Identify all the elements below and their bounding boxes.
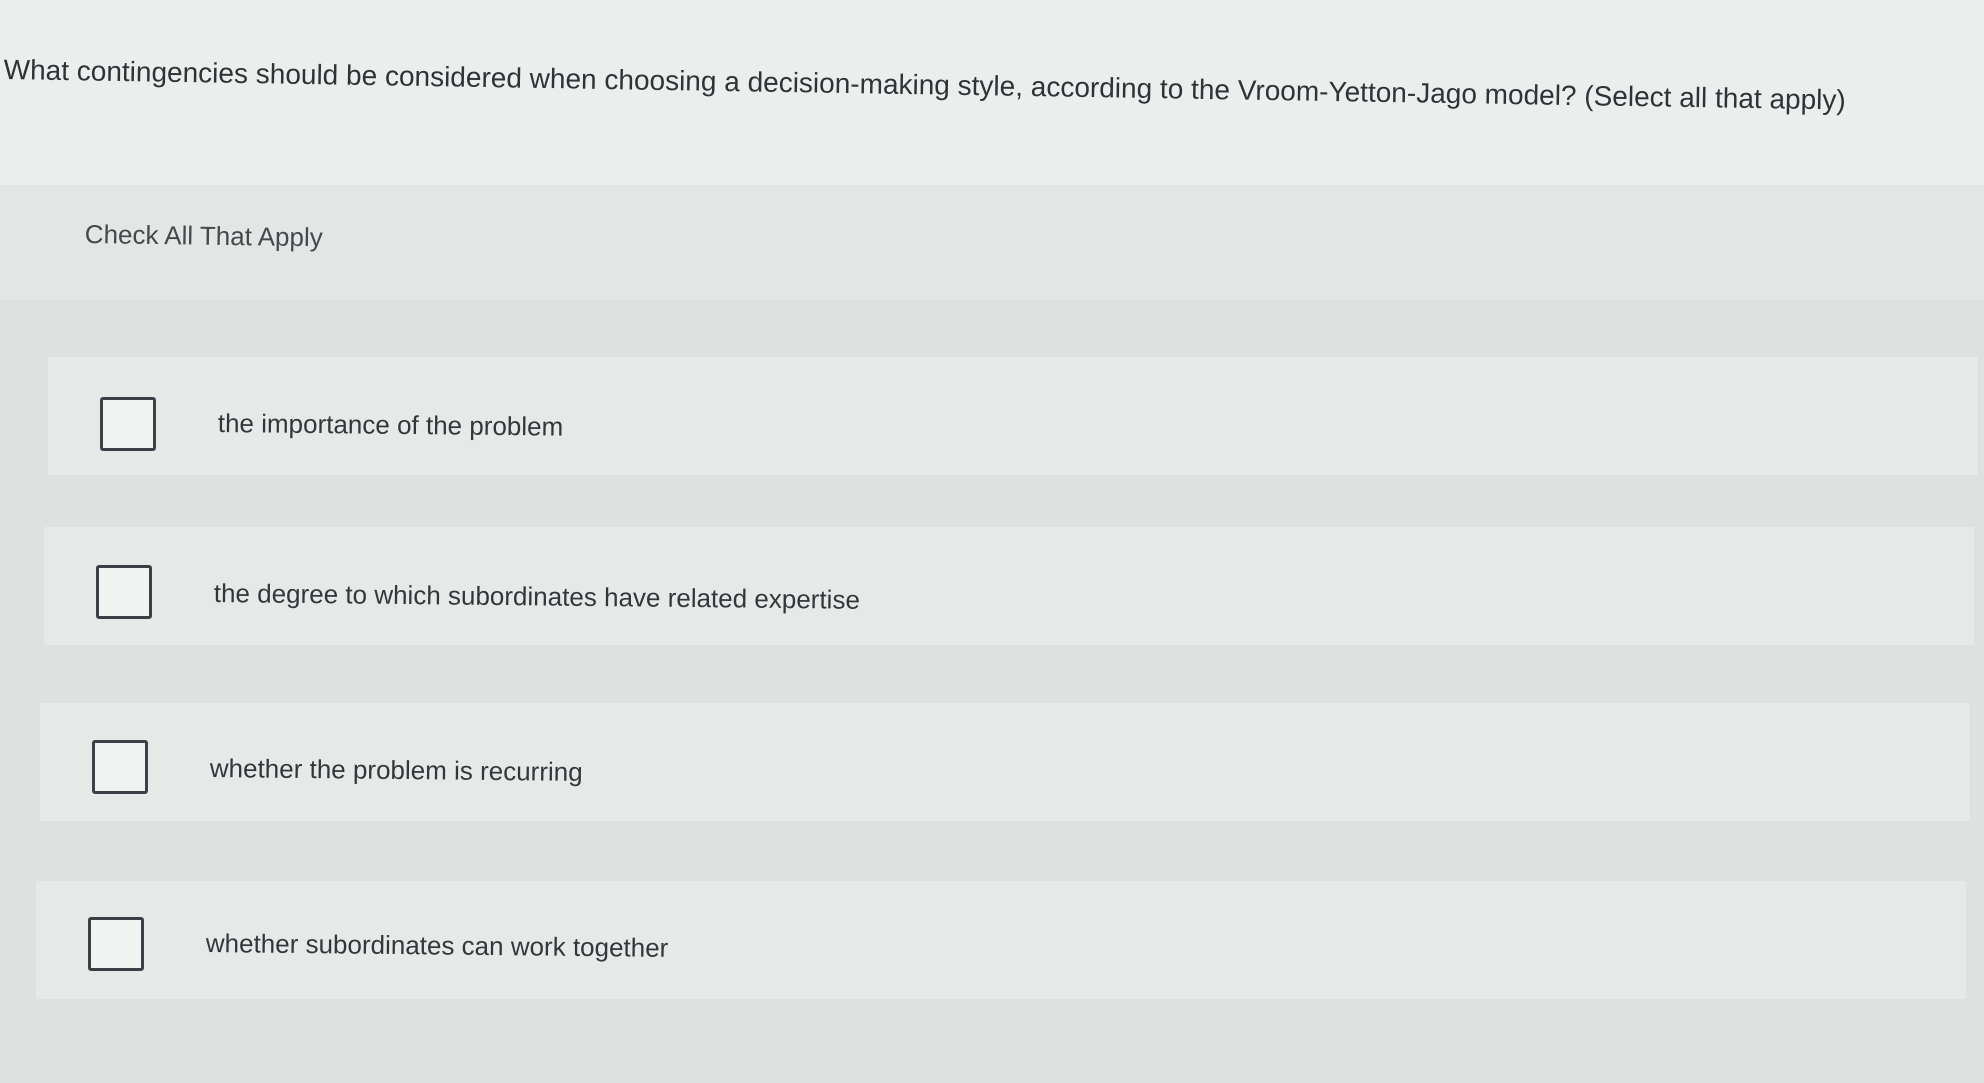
- question-header: What contingencies should be considered …: [0, 0, 1984, 185]
- option-label-1[interactable]: the importance of the problem: [218, 408, 564, 443]
- option-label-2[interactable]: the degree to which subordinates have re…: [214, 578, 860, 616]
- option-row-3[interactable]: whether the problem is recurring: [40, 703, 1970, 821]
- instructions-bar: Check All That Apply: [0, 185, 1984, 300]
- option-row-1[interactable]: the importance of the problem: [48, 357, 1978, 475]
- option-checkbox-1[interactable]: [100, 397, 156, 451]
- instructions-text: Check All That Apply: [84, 219, 323, 253]
- question-text: What contingencies should be considered …: [3, 53, 1846, 116]
- option-checkbox-2[interactable]: [96, 565, 152, 619]
- option-row-2[interactable]: the degree to which subordinates have re…: [44, 527, 1974, 645]
- answer-panel: Check All That Apply the importance of t…: [0, 185, 1984, 1083]
- option-label-3[interactable]: whether the problem is recurring: [210, 753, 583, 788]
- option-row-4[interactable]: whether subordinates can work together: [36, 881, 1966, 999]
- option-checkbox-4[interactable]: [88, 917, 144, 971]
- option-label-4[interactable]: whether subordinates can work together: [206, 928, 669, 964]
- option-checkbox-3[interactable]: [92, 740, 148, 794]
